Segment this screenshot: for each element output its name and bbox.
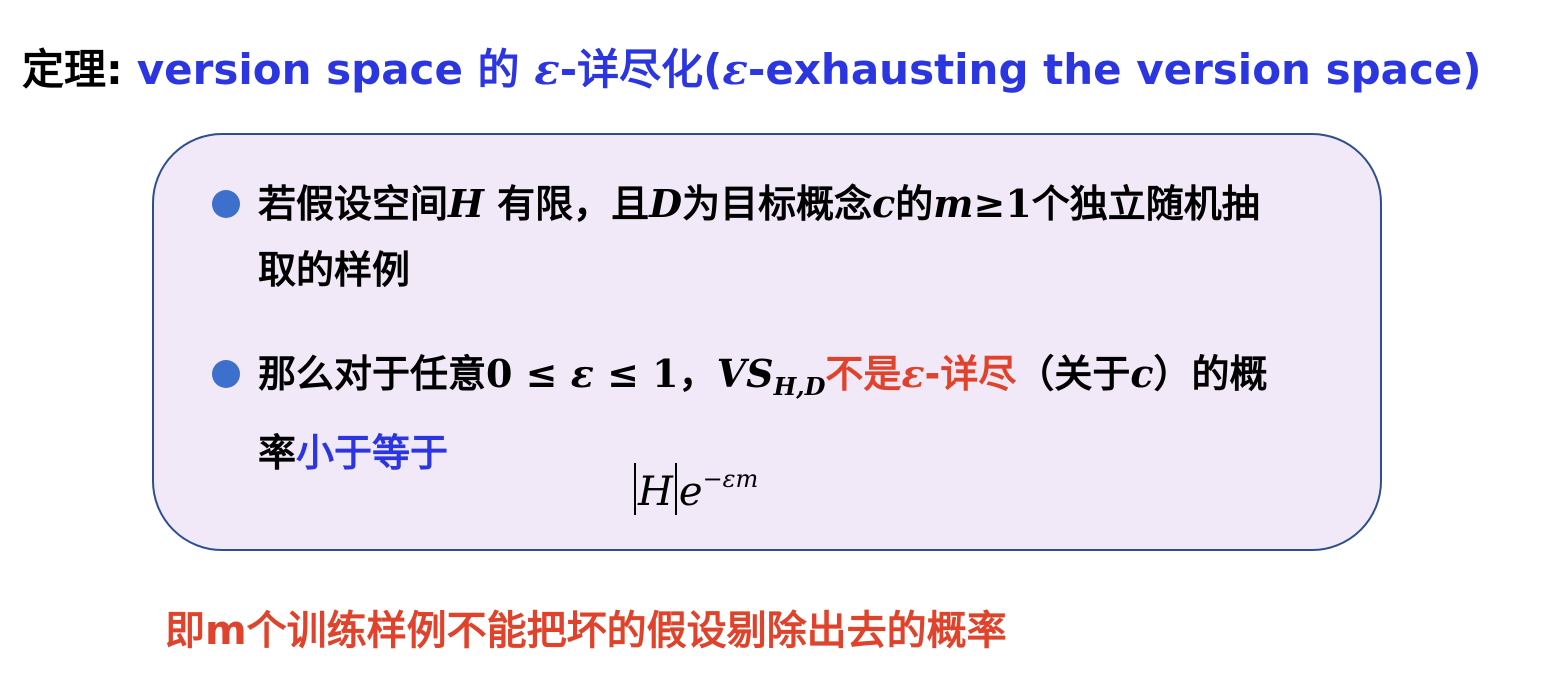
- text-run: 为目标概念: [682, 182, 873, 226]
- abs-bar-left: [634, 463, 636, 515]
- text-run: （关于: [1016, 352, 1131, 396]
- math-range-end: ≤ 1: [593, 351, 679, 396]
- math-vs-subscript: H,D: [773, 372, 826, 401]
- text-run: 的: [895, 182, 934, 226]
- bullet-dot-icon: [212, 360, 240, 388]
- bullet-item-hypothesis: 若假设空间H 有限，且D为目标概念c的m≥1个独立随机抽取的样例: [212, 171, 1292, 303]
- theorem-title: version space 的 ε-详尽化(ε-exhausting the v…: [137, 36, 1482, 97]
- title-epsilon-2: ε: [722, 44, 748, 94]
- formula-h: H: [638, 469, 673, 515]
- math-h: H: [448, 181, 484, 226]
- text-run: 那么对于任意: [258, 352, 487, 396]
- text-run: ，: [678, 352, 717, 396]
- probability-bound-formula: He−εm: [632, 463, 758, 515]
- math-c: c: [1130, 351, 1154, 396]
- formula-exponent: −εm: [702, 465, 759, 493]
- math-vs: VS: [716, 351, 774, 396]
- title-text-mid: -详尽化(: [559, 44, 723, 94]
- highlight-not: 不是: [825, 352, 902, 396]
- math-geq-1: ≥1: [973, 181, 1032, 226]
- highlight-epsilon: ε: [901, 351, 925, 396]
- text-run: 有限，且: [483, 182, 650, 226]
- title-text-pre: version space 的: [136, 44, 535, 94]
- slide-title: 定理: version space 的 ε-详尽化(ε-exhausting t…: [22, 28, 1482, 104]
- highlight-at-most: 小于等于: [296, 431, 449, 475]
- title-epsilon: ε: [534, 44, 560, 94]
- bullet-text: 若假设空间H 有限，且D为目标概念c的m≥1个独立随机抽取的样例: [258, 171, 1292, 303]
- math-m: m: [933, 181, 974, 226]
- theorem-box: 若假设空间H 有限，且D为目标概念c的m≥1个独立随机抽取的样例 那么对于任意0…: [152, 133, 1382, 551]
- highlight-exhausted: -详尽: [924, 352, 1017, 396]
- formula-e: e: [678, 469, 703, 515]
- math-c: c: [872, 181, 896, 226]
- abs-bar-right: [674, 463, 677, 515]
- math-epsilon: ε: [570, 351, 594, 396]
- bullet-text: 那么对于任意0 ≤ ε ≤ 1，VSH,D不是ε-详尽（关于c）的概率小于等于: [258, 341, 1292, 486]
- bullet-dot-icon: [212, 190, 240, 218]
- slide: 定理: version space 的 ε-详尽化(ε-exhausting t…: [0, 0, 1544, 686]
- text-run: 若假设空间: [258, 182, 449, 226]
- footer-note: 即m个训练样例不能把坏的假设剔除出去的概率: [165, 608, 1007, 654]
- title-text-post: -exhausting the version space): [747, 44, 1482, 94]
- math-d: D: [649, 181, 683, 226]
- theorem-label: 定理:: [22, 44, 123, 94]
- math-range-start: 0 ≤: [486, 351, 571, 396]
